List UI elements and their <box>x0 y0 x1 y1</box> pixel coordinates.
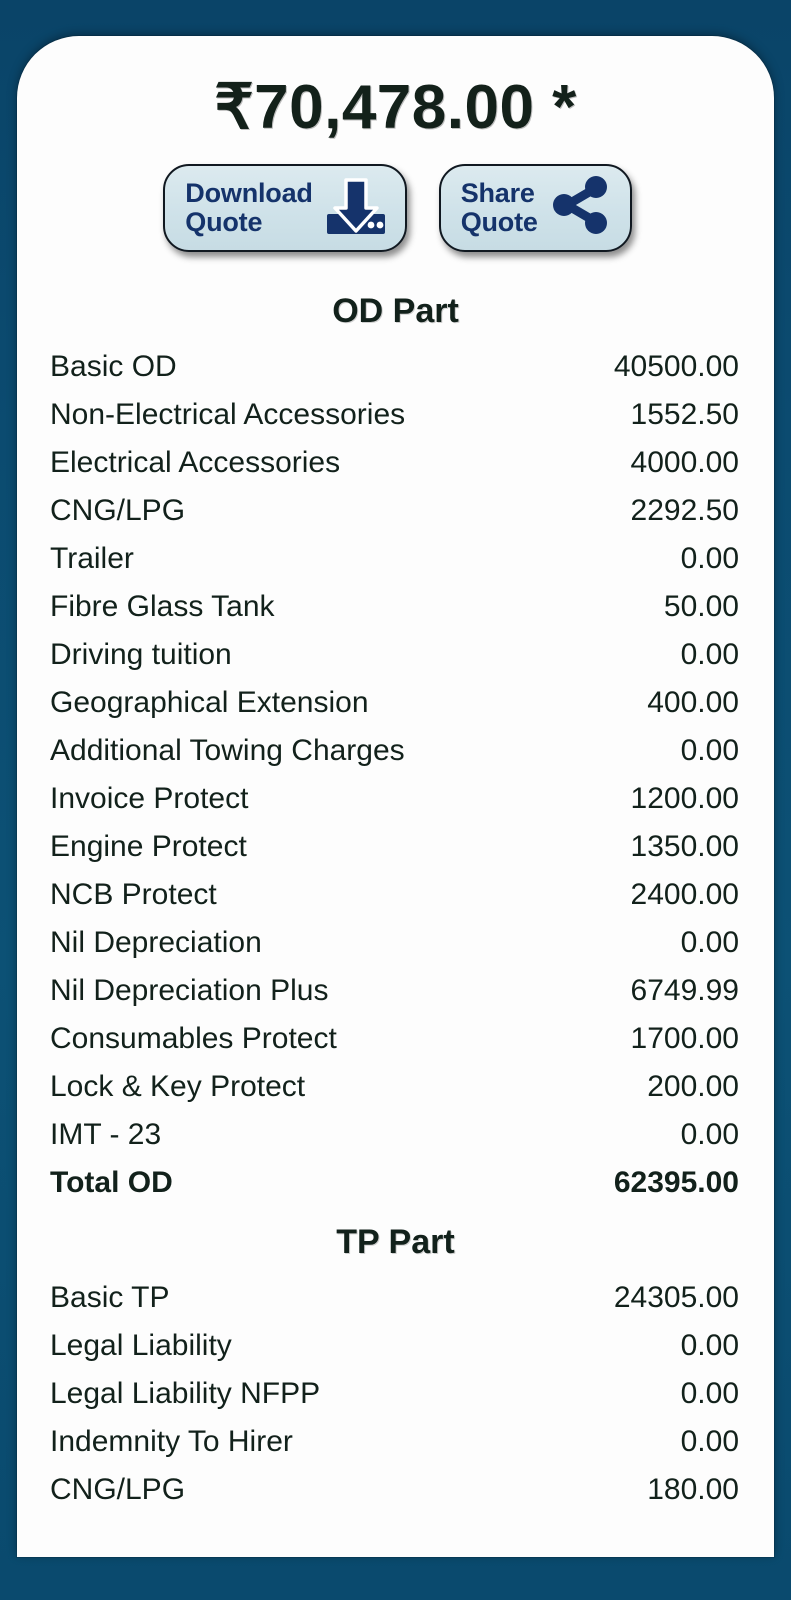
line-item-label: Legal Liability <box>50 1329 232 1363</box>
line-item-label: Basic TP <box>50 1281 170 1315</box>
line-item-label: CNG/LPG <box>50 494 186 528</box>
line-item-row: Non-Electrical Accessories 1552.50 <box>50 391 739 439</box>
premium-amount: ₹70,478.00 * <box>214 73 577 142</box>
line-item-label: Non-Electrical Accessories <box>50 398 406 432</box>
line-item-value: 0.00 <box>680 1118 739 1152</box>
line-item-label: Indemnity To Hirer <box>50 1425 293 1459</box>
line-item-value: 24305.00 <box>613 1281 739 1315</box>
line-item-value: 4000.00 <box>630 446 739 480</box>
line-item-value: 6749.99 <box>630 974 739 1008</box>
line-item-label: NCB Protect <box>50 878 217 912</box>
line-item-row: CNG/LPG 2292.50 <box>50 487 739 535</box>
line-item-value: 0.00 <box>680 638 739 672</box>
line-item-label: Nil Depreciation Plus <box>50 974 329 1008</box>
line-item-row: IMT - 23 0.00 <box>50 1111 739 1159</box>
share-quote-label: Share Quote <box>460 177 538 237</box>
line-item-value: 2292.50 <box>630 494 739 528</box>
line-item-row: Engine Protect 1350.00 <box>50 823 739 871</box>
line-item-row: Additional Towing Charges 0.00 <box>50 727 739 775</box>
line-item-row: Geographical Extension 400.00 <box>50 679 739 727</box>
line-item-value: 62395.00 <box>613 1166 739 1200</box>
share-icon <box>550 174 612 241</box>
download-quote-button[interactable]: Download Quote <box>163 164 407 253</box>
line-item-value: 1200.00 <box>630 782 739 816</box>
line-item-value: 0.00 <box>680 1329 739 1363</box>
line-item-value: 0.00 <box>680 1425 739 1459</box>
line-item-label: CNG/LPG <box>50 1473 186 1507</box>
line-item-value: 1552.50 <box>630 398 739 432</box>
line-item-value: 0.00 <box>680 926 739 960</box>
line-item-row: Fibre Glass Tank 50.00 <box>50 583 739 631</box>
line-item-row: Invoice Protect 1200.00 <box>50 775 739 823</box>
total-row: Total OD 62395.00 <box>50 1159 739 1207</box>
line-item-label: IMT - 23 <box>50 1118 162 1152</box>
line-item-row: Basic TP 24305.00 <box>50 1274 739 1322</box>
line-item-label: Legal Liability NFPP <box>50 1377 321 1411</box>
line-item-value: 200.00 <box>647 1070 739 1104</box>
line-item-label: Invoice Protect <box>50 782 249 816</box>
line-item-label: Trailer <box>50 542 134 576</box>
line-item-label: Basic OD <box>50 350 177 384</box>
section-title-od-part: OD Part <box>332 292 459 331</box>
od-part-item-list: Basic OD 40500.00 Non-Electrical Accessori… <box>17 343 774 1207</box>
download-quote-label: Download Quote <box>185 177 313 237</box>
line-item-row: Trailer 0.00 <box>50 535 739 583</box>
line-item-label: Engine Protect <box>50 830 247 864</box>
line-item-row: Legal Liability 0.00 <box>50 1322 739 1370</box>
line-item-row: NCB Protect 2400.00 <box>50 871 739 919</box>
line-item-value: 1350.00 <box>630 830 739 864</box>
line-item-value: 180.00 <box>647 1473 739 1507</box>
line-item-value: 40500.00 <box>613 350 739 384</box>
line-item-row: Consumables Protect 1700.00 <box>50 1015 739 1063</box>
line-item-row: Lock & Key Protect 200.00 <box>50 1063 739 1111</box>
line-item-value: 0.00 <box>680 1377 739 1411</box>
quote-summary-card: ₹70,478.00 * Download Quote Share Quote <box>17 36 774 1557</box>
line-item-label: Lock & Key Protect <box>50 1070 306 1104</box>
line-item-row: Nil Depreciation 0.00 <box>50 919 739 967</box>
quote-actions: Download Quote Share Quote <box>17 164 774 253</box>
line-item-label: Driving tuition <box>50 638 232 672</box>
line-item-row: Legal Liability NFPP 0.00 <box>50 1370 739 1418</box>
line-item-row: Driving tuition 0.00 <box>50 631 739 679</box>
line-item-label: Geographical Extension <box>50 686 369 720</box>
line-item-label: Consumables Protect <box>50 1022 337 1056</box>
line-item-label: Additional Towing Charges <box>50 734 405 768</box>
premium-amount-row: ₹70,478.00 * <box>17 36 774 140</box>
line-item-value: 0.00 <box>680 542 739 576</box>
line-item-label: Electrical Accessories <box>50 446 341 480</box>
line-item-label: Nil Depreciation <box>50 926 262 960</box>
line-item-row: Basic OD 40500.00 <box>50 343 739 391</box>
line-item-row: Nil Depreciation Plus 6749.99 <box>50 967 739 1015</box>
share-quote-button[interactable]: Share Quote <box>438 164 632 253</box>
line-item-value: 50.00 <box>663 590 739 624</box>
line-item-row: CNG/LPG 180.00 <box>50 1466 739 1514</box>
tp-part-item-list: Basic TP 24305.00 Legal Liability 0.00 Legal… <box>17 1274 774 1514</box>
section-title-tp-part: TP Part <box>336 1223 455 1262</box>
line-item-value: 400.00 <box>647 686 739 720</box>
line-item-row: Indemnity To Hirer 0.00 <box>50 1418 739 1466</box>
line-item-label: Fibre Glass Tank <box>50 590 275 624</box>
line-item-value: 0.00 <box>680 734 739 768</box>
line-item-row: Electrical Accessories 4000.00 <box>50 439 739 487</box>
line-item-value: 1700.00 <box>630 1022 739 1056</box>
line-item-label: Total OD <box>50 1166 173 1200</box>
line-item-value: 2400.00 <box>630 878 739 912</box>
download-icon <box>325 174 387 241</box>
